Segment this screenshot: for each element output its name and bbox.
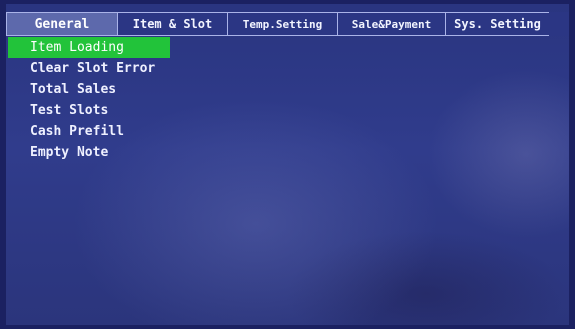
tab-general[interactable]: General (6, 12, 118, 36)
menu-item-test-slots[interactable]: Test Slots (8, 100, 228, 121)
menu-item-item-loading[interactable]: Item Loading (8, 37, 170, 58)
display-screen: General Item & Slot Temp.Setting Sale&Pa… (6, 4, 569, 325)
tab-item-slot[interactable]: Item & Slot (118, 12, 228, 36)
general-menu: Item Loading Clear Slot Error Total Sale… (8, 37, 228, 163)
tab-bar: General Item & Slot Temp.Setting Sale&Pa… (6, 12, 569, 36)
device-bezel: General Item & Slot Temp.Setting Sale&Pa… (0, 0, 575, 329)
tab-temp-setting[interactable]: Temp.Setting (228, 12, 338, 36)
menu-item-cash-prefill[interactable]: Cash Prefill (8, 121, 228, 142)
menu-item-total-sales[interactable]: Total Sales (8, 79, 228, 100)
tab-sys-setting[interactable]: Sys. Setting (446, 12, 549, 36)
tab-sale-payment[interactable]: Sale&Payment (338, 12, 446, 36)
menu-item-empty-note[interactable]: Empty Note (8, 142, 228, 163)
menu-item-clear-slot-error[interactable]: Clear Slot Error (8, 58, 228, 79)
